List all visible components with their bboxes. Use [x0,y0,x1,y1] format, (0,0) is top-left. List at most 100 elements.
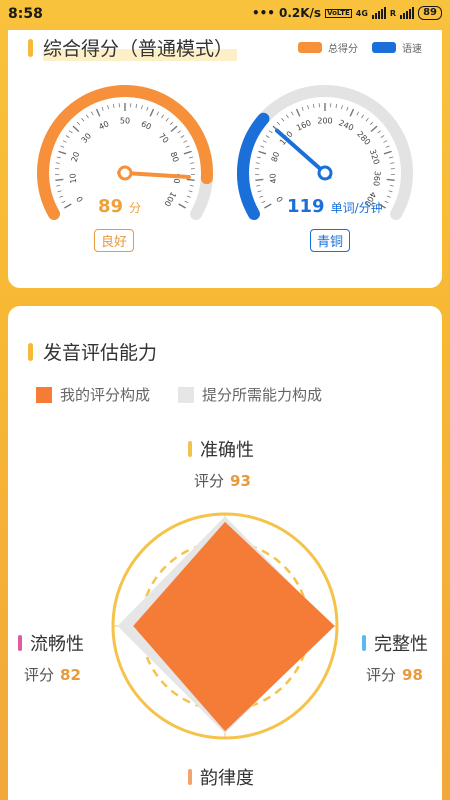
gauge-tick [380,135,385,138]
gauge-tick [107,105,109,110]
gauge-tick-label: 70 [157,131,171,145]
gauge-tick [183,140,188,143]
gauge-tick [149,108,155,117]
title-accent-bar [28,38,33,57]
gauge-tick [307,105,309,110]
gauge-hub [317,165,333,181]
gauge-tick [386,195,391,198]
legend-speed: 语速 [372,40,422,55]
gauge-tick-label: 30 [80,131,94,145]
gauge-tick [141,105,143,110]
legend-swatch [178,386,195,403]
gauge-tick [112,103,115,108]
gauge-tick-label: 40 [268,173,278,184]
gauge-tick [55,162,60,164]
gauge-tick-label: 240 [337,118,355,132]
score-value: 89 分 [98,196,142,217]
gauge-tick-label: 320 [368,148,381,165]
gauge-tick [390,162,395,164]
gauge-tick [370,125,378,133]
gauge-tick [361,114,365,119]
legend-my-score: 我的评分构成 [36,384,150,405]
gauge-tick [169,121,174,126]
gauge-tick [90,111,94,116]
signal-icon-2 [400,7,415,19]
gauge-tick [189,184,194,187]
gauge-tick [386,178,395,182]
legend-total-score: 总得分 [298,40,358,55]
gauge-tick [188,190,193,193]
gauge-tick [258,150,267,155]
gauge-tick-label: 160 [295,118,313,132]
legend-swatch [372,42,396,53]
gauge-tick [276,121,281,126]
gauge-tick [295,108,301,117]
gauge-tick [383,140,388,143]
gauge-tick [180,135,185,138]
gauge-tick [186,178,195,182]
gauge-tick [184,200,189,204]
gauge-tick [55,178,64,182]
gauge-tick-label: 10 [68,173,78,184]
gauge-tick [81,117,85,122]
gauge-tick [161,114,165,119]
gauge-tick [312,103,315,108]
gauge-tick [135,103,138,108]
gauge-tick [190,162,195,164]
gauge-tick-label: 20 [70,151,82,163]
signal-icon [371,7,386,19]
gauge-tick [255,162,260,164]
gauge-tick-label: 40 [97,119,110,131]
gauge-tick [346,106,349,111]
gauge-tick [170,125,178,133]
gauge-tick [56,156,61,159]
gauge-tick [65,135,70,138]
gauge-tick [285,114,289,119]
gauge-tick [256,156,261,159]
legend-swatch [298,42,322,53]
overall-legend: 总得分 语速 [298,40,422,55]
pronunciation-title: 发音评估能力 [28,338,157,365]
gauge-tick [76,121,81,126]
gauge-tick [290,111,294,116]
gauge-tick-label: 360 [371,170,382,186]
title-accent-bar [28,342,33,361]
status-bar: 8:58 ••• 0.2K/s VoLTE 4G R 89 [0,0,450,30]
gauge-tick [64,203,72,209]
network-speed: 0.2K/s [278,6,322,20]
gauge-tick [165,117,169,122]
gauge-fill [237,112,270,220]
gauge-tick [281,117,285,122]
status-time: 8:58 [8,6,43,22]
gauge-tick [384,200,389,204]
gauge-tick [146,106,149,111]
gauge-tick [377,130,381,134]
gauge-tick [335,103,338,108]
gauge-tick [262,140,267,143]
speed-value: 119 单词/分钟 [287,196,383,217]
gauge-tick [264,203,272,209]
gauge-tick [185,145,190,148]
radar-chart [111,512,339,740]
gauge-tick-label: 200 [317,117,332,126]
gauge-tick [156,111,160,116]
gauge-tick [341,105,343,110]
gauge-tick [101,106,104,111]
gauge-tick [265,135,270,138]
gauge-tick [57,190,62,193]
gauge-tick-label: 60 [140,119,153,131]
pronunciation-title-text: 发音评估能力 [43,342,158,364]
gauge-tick [189,156,194,159]
dimension-accuracy: 准确性 [188,436,254,462]
gauge-tick [369,121,374,126]
gauge-tick [349,108,355,117]
gauge-tick [259,195,264,198]
gauge-tick [72,125,80,133]
gauge-tick [85,114,89,119]
gauge-tick [260,145,265,148]
gauge-tick [256,184,261,187]
volte-icon: VoLTE [325,8,352,18]
roaming-indicator: R [389,8,397,18]
gauge-tick [56,184,61,187]
radar-my-score-area [133,521,335,732]
